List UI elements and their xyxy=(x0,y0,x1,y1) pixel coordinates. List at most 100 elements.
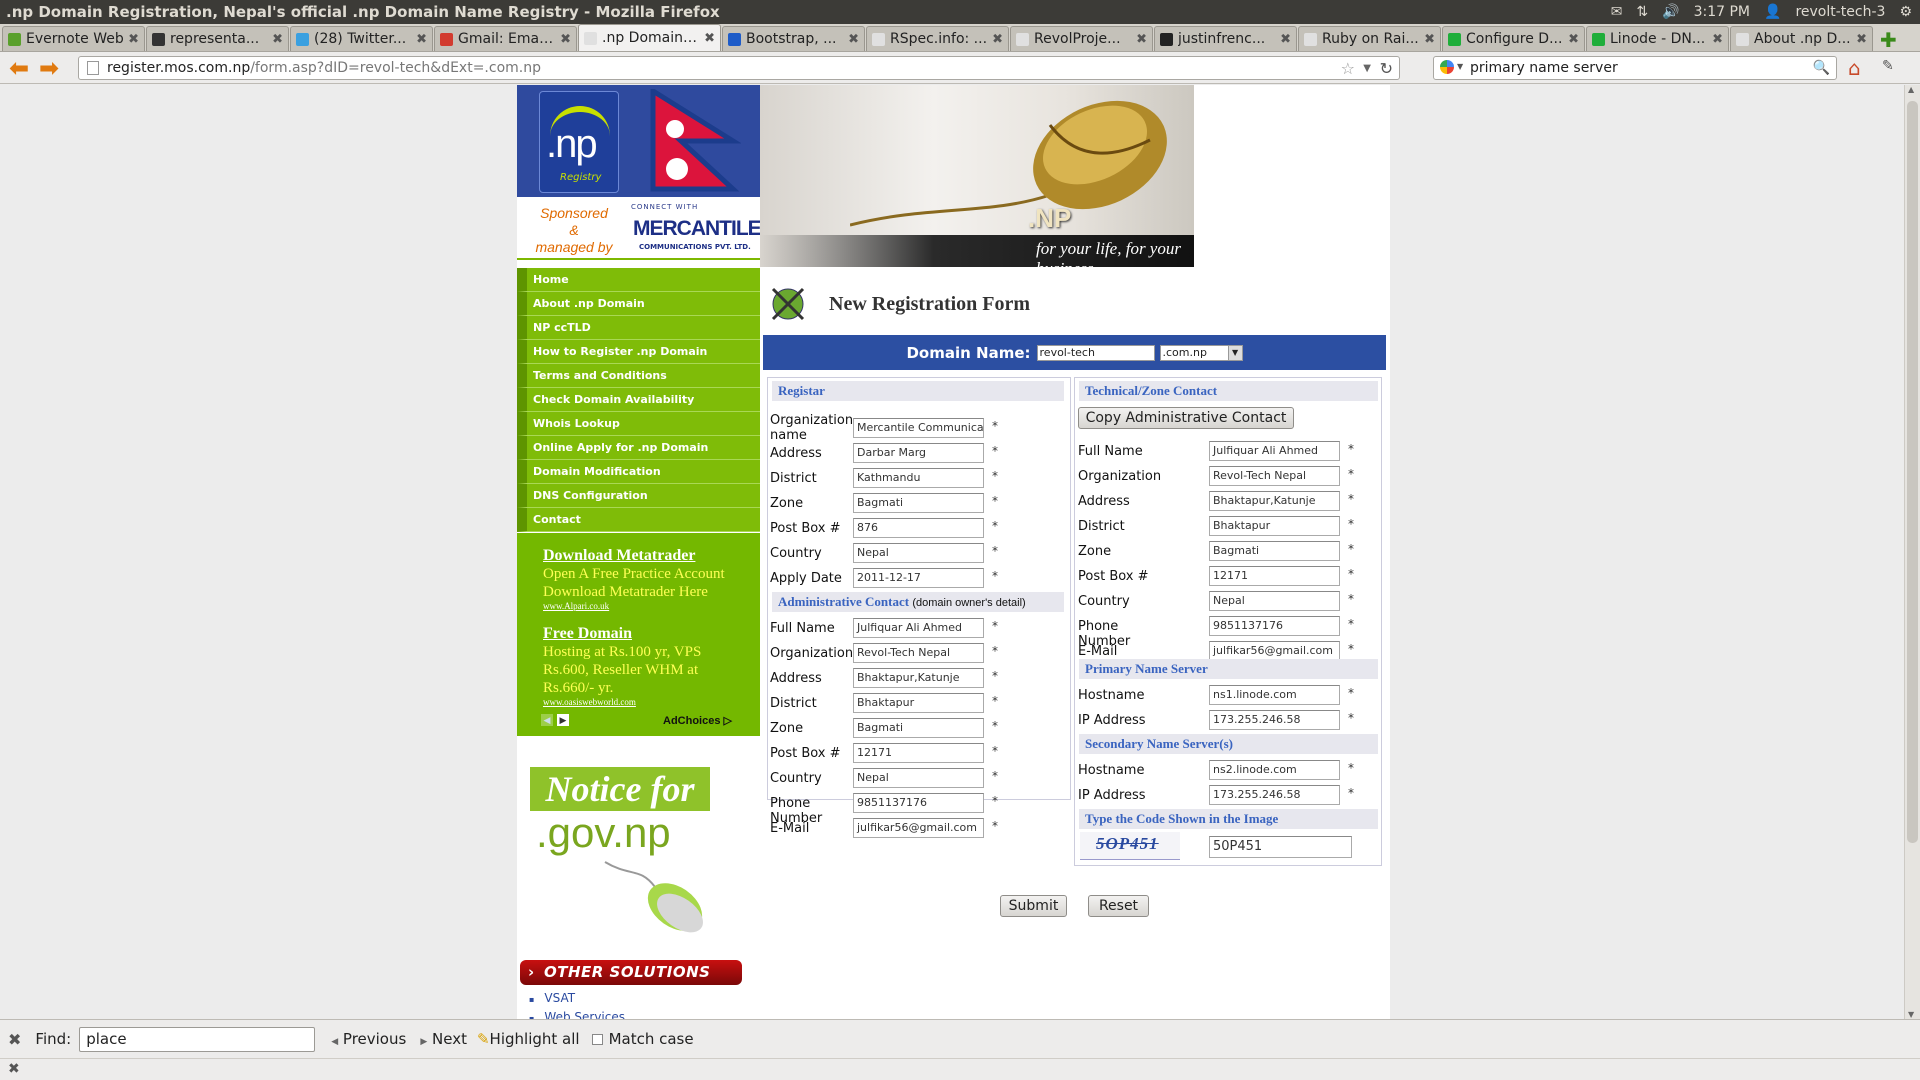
url-bar[interactable]: register.mos.com.np/form.asp?dID=revol-t… xyxy=(78,56,1400,80)
search-bar[interactable]: ▼ primary name server 🔍 xyxy=(1433,56,1837,80)
search-engine-dropdown-icon[interactable]: ▼ xyxy=(1457,62,1463,71)
tab-7[interactable]: RSpec.info: ... ✖ xyxy=(866,26,1009,51)
reset-button[interactable]: Reset xyxy=(1088,895,1149,917)
menu-item-about-np-domain[interactable]: About .np Domain xyxy=(517,292,760,316)
tab-10[interactable]: Ruby on Rai... ✖ xyxy=(1298,26,1441,51)
primary-ns-ip-address-input[interactable]: 173.255.246.58 xyxy=(1209,710,1340,730)
bookmark-star-icon[interactable]: ☆ xyxy=(1341,59,1355,78)
chevron-down-icon[interactable]: ▼ xyxy=(1227,345,1242,360)
search-engine-icon[interactable] xyxy=(1440,60,1454,74)
close-tab-icon[interactable]: ✖ xyxy=(1856,32,1867,47)
tab-8[interactable]: RevolProje... ✖ xyxy=(1010,26,1153,51)
find-next-button[interactable]: ▶ Next xyxy=(420,1030,467,1048)
tab-5[interactable]: .np Domain ... ✖ xyxy=(578,24,721,51)
admin-phone-number-input[interactable]: 9851137176 xyxy=(853,793,984,813)
tech-post-box-input[interactable]: 12171 xyxy=(1209,566,1340,586)
close-tab-icon[interactable]: ✖ xyxy=(1568,32,1579,47)
menu-item-check-domain-availability[interactable]: Check Domain Availability xyxy=(517,388,760,412)
adchoices-link[interactable]: AdChoices ▷ xyxy=(663,714,732,727)
secondary-ns-ip-address-input[interactable]: 173.255.246.58 xyxy=(1209,785,1340,805)
primary-ns-hostname-input[interactable]: ns1.linode.com xyxy=(1209,685,1340,705)
tab-1[interactable]: Evernote Web ✖ xyxy=(2,26,145,51)
notice-gov-np-banner[interactable]: Notice for .gov.np xyxy=(530,767,710,942)
mercantile-logo[interactable]: CONNECT WITH MERCANTILE COMMUNICATIONS P… xyxy=(625,201,762,257)
ad-prev-icon[interactable]: ◀ xyxy=(541,714,553,726)
clock[interactable]: 3:17 PM xyxy=(1694,4,1750,20)
close-tab-icon[interactable]: ✖ xyxy=(560,32,571,47)
close-tab-icon[interactable]: ✖ xyxy=(992,32,1003,47)
tab-3[interactable]: (28) Twitter... ✖ xyxy=(290,26,433,51)
tab-11[interactable]: Configure D... ✖ xyxy=(1442,26,1585,51)
ad-title-1[interactable]: Download Metatrader xyxy=(543,547,742,565)
back-arrow-icon[interactable]: ⬅ xyxy=(4,54,34,82)
addon-icon[interactable]: ✎ xyxy=(1882,58,1894,74)
registrar-apply-date-input[interactable]: 2011-12-17 xyxy=(853,568,984,588)
scrollbar-thumb[interactable] xyxy=(1907,101,1918,843)
forward-arrow-icon[interactable]: ➡ xyxy=(34,54,64,82)
scroll-down-icon[interactable]: ▼ xyxy=(1908,1010,1914,1019)
admin-country-input[interactable]: Nepal xyxy=(853,768,984,788)
registrar-zone-input[interactable]: Bagmati xyxy=(853,493,984,513)
registrar-country-input[interactable]: Nepal xyxy=(853,543,984,563)
close-tab-icon[interactable]: ✖ xyxy=(128,32,139,47)
menu-item-domain-modification[interactable]: Domain Modification xyxy=(517,460,760,484)
admin-organization-input[interactable]: Revol-Tech Nepal xyxy=(853,643,984,663)
new-tab-icon[interactable]: ✚ xyxy=(1880,29,1902,51)
tech-country-input[interactable]: Nepal xyxy=(1209,591,1340,611)
close-tab-icon[interactable]: ✖ xyxy=(1280,32,1291,47)
menu-item-online-apply-for-np-domain[interactable]: Online Apply for .np Domain xyxy=(517,436,760,460)
home-icon[interactable]: ⌂ xyxy=(1848,57,1870,79)
find-previous-button[interactable]: ◀ Previous xyxy=(331,1030,406,1048)
copy-admin-contact-button[interactable]: Copy Administrative Contact xyxy=(1078,407,1294,429)
registrar-organization-name-input[interactable]: Mercantile Communication xyxy=(853,418,984,438)
ad-next-icon[interactable]: ▶ xyxy=(557,714,569,726)
close-tab-icon[interactable]: ✖ xyxy=(848,32,859,47)
ad-title-2[interactable]: Free Domain xyxy=(543,625,742,643)
close-icon[interactable]: ✖ xyxy=(8,1061,20,1077)
close-tab-icon[interactable]: ✖ xyxy=(1136,32,1147,47)
admin-zone-input[interactable]: Bagmati xyxy=(853,718,984,738)
menu-item-contact[interactable]: Contact xyxy=(517,508,760,532)
menu-item-home[interactable]: Home xyxy=(517,268,760,292)
dropdown-icon[interactable]: ▼ xyxy=(1363,63,1371,74)
tech-organization-input[interactable]: Revol-Tech Nepal xyxy=(1209,466,1340,486)
ad-item-2[interactable]: Free Domain Hosting at Rs.100 yr, VPS Rs… xyxy=(543,625,742,707)
close-tab-icon[interactable]: ✖ xyxy=(704,31,715,46)
tech-address-input[interactable]: Bhaktapur,Katunje xyxy=(1209,491,1340,511)
tab-2[interactable]: representa... ✖ xyxy=(146,26,289,51)
menu-item-np-cctld[interactable]: NP ccTLD xyxy=(517,316,760,340)
close-tab-icon[interactable]: ✖ xyxy=(1712,32,1723,47)
tab-6[interactable]: Bootstrap, ... ✖ xyxy=(722,26,865,51)
tech-zone-input[interactable]: Bagmati xyxy=(1209,541,1340,561)
ad-item-1[interactable]: Download Metatrader Open A Free Practice… xyxy=(543,547,742,611)
other-solutions-header[interactable]: › OTHER SOLUTIONS xyxy=(520,960,742,985)
admin-e-mail-input[interactable]: julfikar56@gmail.com xyxy=(853,818,984,838)
registrar-post-box-input[interactable]: 876 xyxy=(853,518,984,538)
admin-post-box-input[interactable]: 12171 xyxy=(853,743,984,763)
admin-full-name-input[interactable]: Julfiquar Ali Ahmed xyxy=(853,618,984,638)
ad-url-2[interactable]: www.oasiswebworld.com xyxy=(543,697,742,707)
menu-item-dns-configuration[interactable]: DNS Configuration xyxy=(517,484,760,508)
close-tab-icon[interactable]: ✖ xyxy=(272,32,283,47)
tech-phone-number-input[interactable]: 9851137176 xyxy=(1209,616,1340,636)
volume-icon[interactable]: 🔊 xyxy=(1662,4,1679,20)
network-icon[interactable]: ⇅ xyxy=(1636,4,1648,20)
gear-icon[interactable]: ⚙ xyxy=(1899,4,1912,20)
domain-extension-select[interactable]: .com.np ▼ xyxy=(1159,344,1243,361)
menu-item-whois-lookup[interactable]: Whois Lookup xyxy=(517,412,760,436)
tab-13[interactable]: About .np D... ✖ xyxy=(1730,26,1873,51)
match-case-checkbox[interactable]: Match case xyxy=(591,1030,694,1048)
tech-e-mail-input[interactable]: julfikar56@gmail.com xyxy=(1209,641,1340,661)
tech-district-input[interactable]: Bhaktapur xyxy=(1209,516,1340,536)
menu-item-terms-and-conditions[interactable]: Terms and Conditions xyxy=(517,364,760,388)
secondary-ns-hostname-input[interactable]: ns2.linode.com xyxy=(1209,760,1340,780)
close-icon[interactable]: ✖ xyxy=(8,1030,21,1049)
search-icon[interactable]: 🔍 xyxy=(1813,60,1830,76)
captcha-input[interactable]: 50P451 xyxy=(1209,836,1352,858)
find-input[interactable]: place xyxy=(79,1026,316,1052)
menu-item-how-to-register-np-domain[interactable]: How to Register .np Domain xyxy=(517,340,760,364)
submit-button[interactable]: Submit xyxy=(1000,895,1067,917)
mail-icon[interactable]: ✉ xyxy=(1611,4,1623,20)
domain-name-input[interactable]: revol-tech xyxy=(1036,344,1155,361)
user-name[interactable]: revolt-tech-3 xyxy=(1795,4,1885,20)
